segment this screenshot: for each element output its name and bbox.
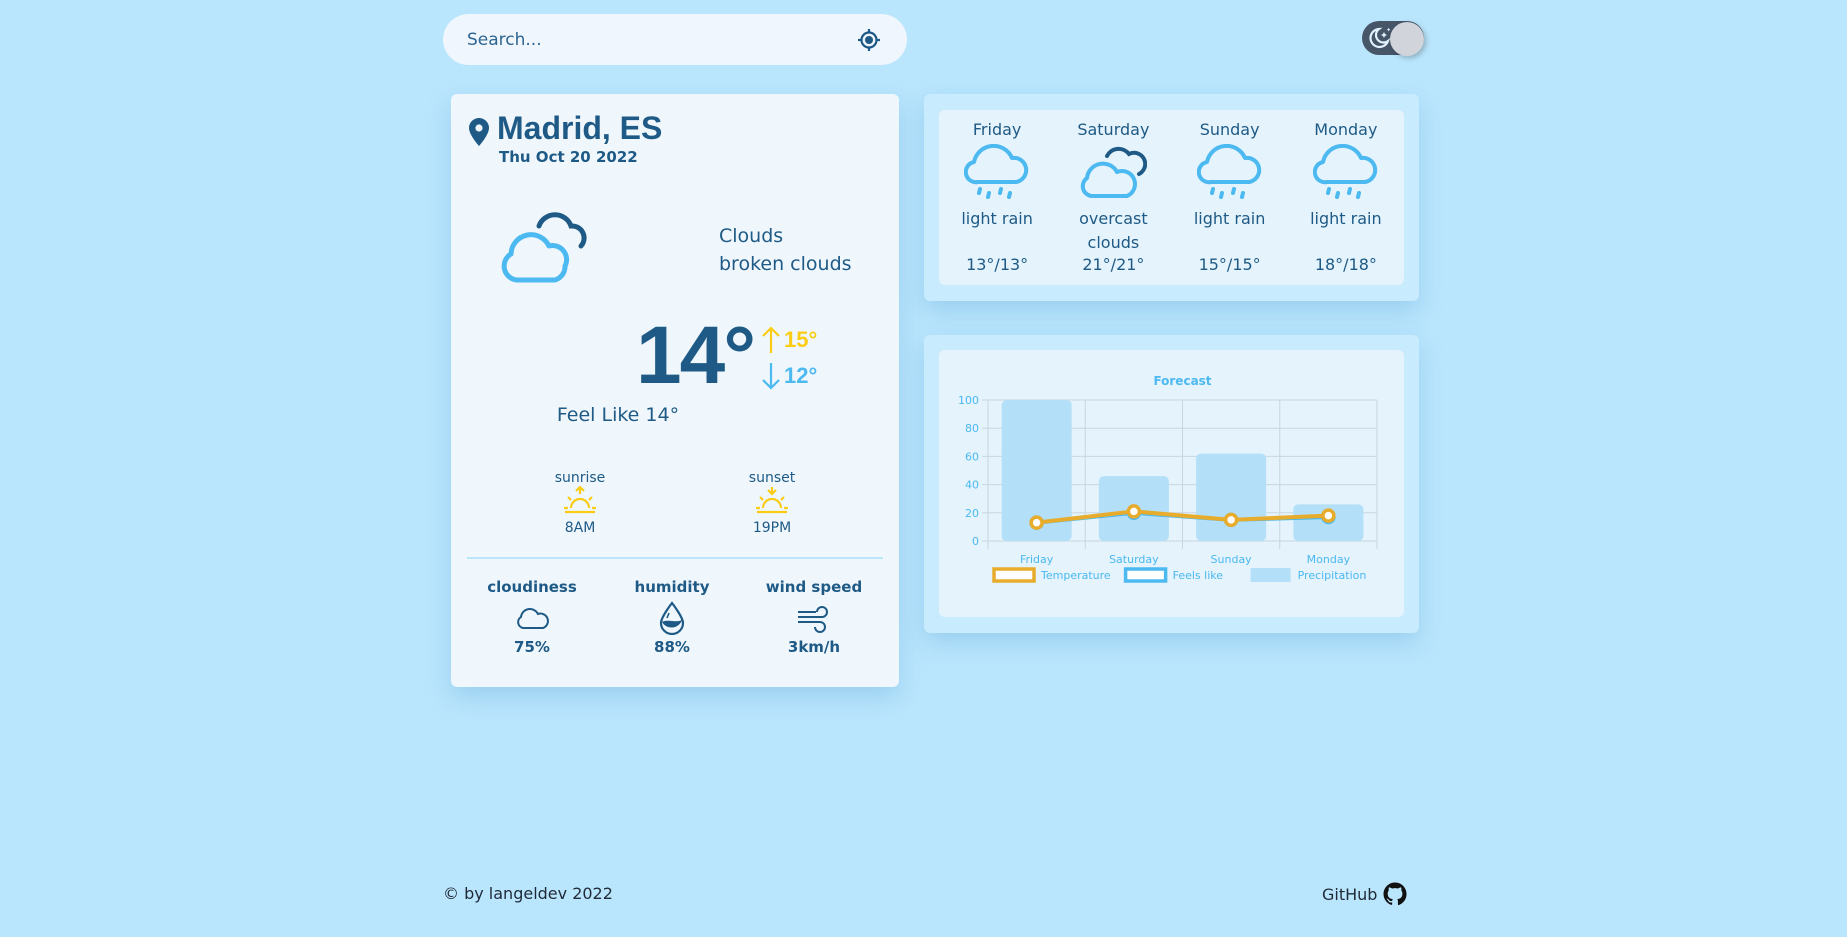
sunset-time: 19PM <box>752 520 792 536</box>
github-icon <box>1383 882 1407 906</box>
rain-icon <box>1312 144 1378 199</box>
legend-label-temperature: Temperature <box>1040 569 1111 582</box>
forecast-day-name: Sunday <box>1199 120 1260 139</box>
sunrise: sunrise 8AM <box>530 470 630 536</box>
weather-main: Clouds <box>719 225 784 247</box>
forecast-day-name: Friday <box>972 120 1022 139</box>
temperature-block: 14° 15° 12° <box>636 314 817 398</box>
forecast-description: light rain <box>961 209 1033 228</box>
chart-container: Forecast 0 20 40 60 80 100 Friday Saturday Sunday… <box>939 350 1404 617</box>
search-input[interactable] <box>467 29 855 50</box>
forecast-day-name: Monday <box>1314 120 1378 139</box>
precipitation-bar <box>1196 453 1267 541</box>
moon-stars-icon <box>1369 27 1391 49</box>
forecast-description: light rain <box>1310 209 1382 228</box>
forecast-day: Sunday light rain 15°/15° <box>1172 110 1288 285</box>
city-name: Madrid, ES <box>497 110 663 146</box>
search-bar <box>443 14 907 65</box>
y-tick-label: 40 <box>965 479 979 492</box>
droplet-icon <box>659 601 685 635</box>
github-link[interactable]: GitHub <box>1322 882 1407 906</box>
current-date: Thu Oct 20 2022 <box>499 148 638 166</box>
rain-icon <box>964 144 1029 199</box>
y-tick-label: 100 <box>958 394 979 407</box>
copyright: © by langeldev 2022 <box>443 884 613 903</box>
current-weather-card: Madrid, ES Thu Oct 20 2022 Clouds broken… <box>451 94 899 687</box>
current-temperature: 14° <box>636 310 756 401</box>
weather-detail: broken clouds <box>719 253 852 275</box>
temperature-point <box>1126 504 1142 519</box>
temperature-point <box>1029 515 1044 530</box>
chart-card: Forecast 0 20 40 60 80 100 Friday Saturday Sunday… <box>924 335 1419 633</box>
wind-icon <box>798 606 828 633</box>
forecast-day: Saturday overcast clouds 21°/21° <box>1055 110 1171 285</box>
location-pin-icon <box>469 118 489 146</box>
min-temperature: 12° <box>762 358 817 394</box>
cloud-broken-icon <box>501 212 587 283</box>
toggle-knob[interactable] <box>1390 22 1424 56</box>
stat-humidity: humidity 88% <box>634 578 710 656</box>
forecast-card: Friday light rain 13°/13° Saturday overcast … <box>924 94 1419 301</box>
theme-toggle[interactable] <box>1362 21 1424 56</box>
x-tick-label: Sunday <box>1211 553 1253 566</box>
forecast-chart: Forecast 0 20 40 60 80 100 Friday Saturday Sunday… <box>958 374 1378 583</box>
divider <box>467 557 883 559</box>
forecast-temps: 21°/21° <box>1082 255 1145 274</box>
chart-title: Forecast <box>1153 374 1211 388</box>
sunrise-time: 8AM <box>564 520 596 536</box>
location: Madrid, ES <box>469 110 662 146</box>
locate-button[interactable] <box>855 26 883 54</box>
arrow-up-icon <box>762 326 780 353</box>
max-temperature: 15° <box>762 322 817 358</box>
temperature-point <box>1223 512 1239 528</box>
y-tick-label: 80 <box>965 422 979 435</box>
stat-wind-speed: wind speed 3km/h <box>765 578 863 656</box>
stat-cloudiness: cloudiness 75% <box>487 578 577 656</box>
temperature-point <box>1321 508 1336 523</box>
cloud-icon <box>517 608 549 629</box>
forecast-description: light rain <box>1193 209 1266 228</box>
sunset: sunset 19PM <box>722 470 822 536</box>
rain-icon <box>1196 144 1261 199</box>
sunrise-icon <box>564 485 596 514</box>
x-tick-label: Friday <box>1020 553 1054 566</box>
sunset-icon <box>756 487 788 514</box>
y-tick-label: 20 <box>965 507 979 520</box>
x-tick-label: Saturday <box>1109 553 1159 566</box>
forecast-day: Monday light rain 18°/18° <box>1288 110 1404 285</box>
forecast-day: Friday light rain 13°/13° <box>939 110 1055 285</box>
forecast-temps: 13°/13° <box>966 255 1029 274</box>
forecast-temps: 18°/18° <box>1314 255 1377 274</box>
x-tick-label: Monday <box>1307 553 1351 566</box>
overcast-icon <box>1081 146 1148 198</box>
forecast-list: Friday light rain 13°/13° Saturday overcast … <box>939 110 1404 285</box>
forecast-description: overcast clouds <box>1079 209 1148 252</box>
y-tick-label: 60 <box>965 450 979 463</box>
arrow-down-icon <box>762 363 780 390</box>
weather-description: Clouds broken clouds <box>719 222 852 278</box>
forecast-temps: 15°/15° <box>1198 255 1261 274</box>
legend-swatch-feels-like <box>1123 567 1168 583</box>
legend-swatch-temperature <box>992 567 1036 583</box>
feels-like: Feel Like 14° <box>556 404 680 426</box>
sunrise-label: sunrise <box>554 470 606 486</box>
legend-label-feels-like: Feels like <box>1173 569 1224 582</box>
legend-swatch-precipitation <box>1250 568 1291 582</box>
crosshair-icon <box>858 28 880 51</box>
sunset-label: sunset <box>748 470 796 486</box>
legend-label-precipitation: Precipitation <box>1298 569 1367 582</box>
y-tick-label: 0 <box>972 535 979 548</box>
forecast-day-name: Saturday <box>1077 120 1150 139</box>
